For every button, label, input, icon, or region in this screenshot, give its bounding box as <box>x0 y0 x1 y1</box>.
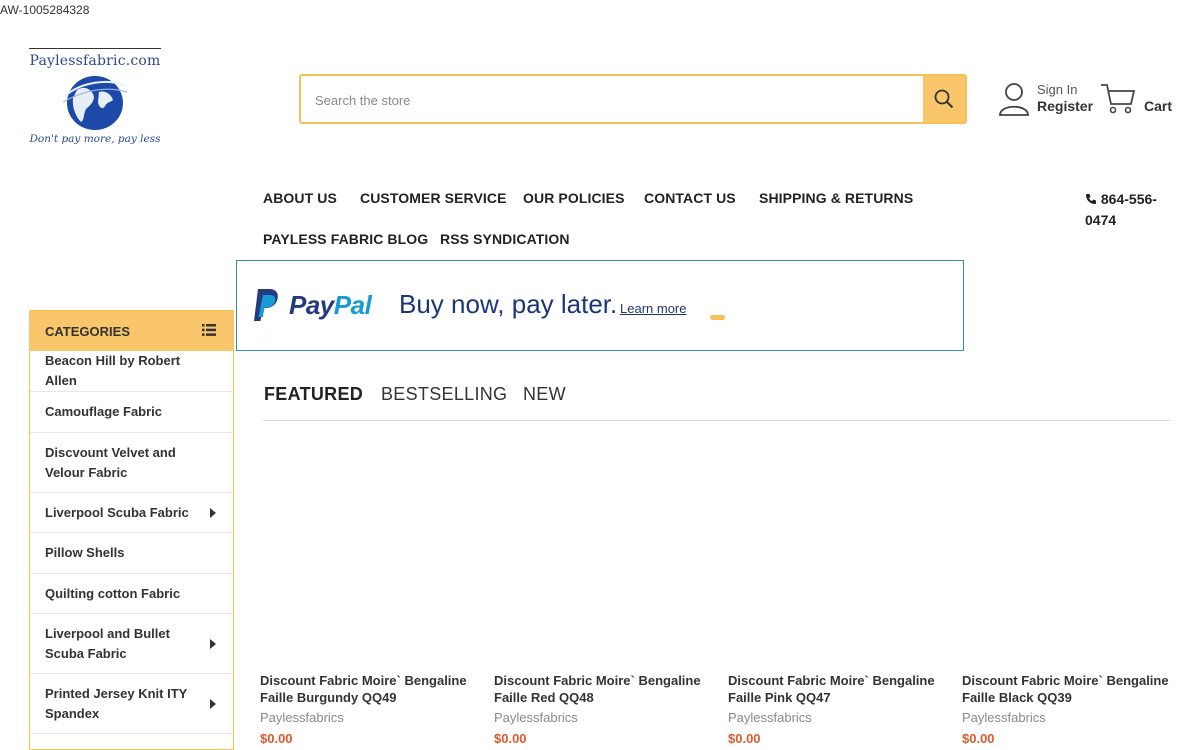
paypal-message: Buy now, pay later. <box>399 289 618 319</box>
tab-featured[interactable]: FEATURED <box>264 384 363 405</box>
product-card[interactable]: Discount Fabric Moire` Bengaline Faille … <box>260 672 470 746</box>
phone-icon <box>1086 194 1096 204</box>
phone-link[interactable]: 864-556-0474 <box>1085 189 1175 231</box>
banner-indicator <box>710 315 725 320</box>
sign-in-link[interactable]: Sign In <box>1037 82 1077 97</box>
product-card[interactable]: Discount Fabric Moire` Bengaline Faille … <box>494 672 704 746</box>
search-input[interactable] <box>313 76 917 124</box>
register-link[interactable]: Register <box>1037 98 1093 114</box>
product-card[interactable]: Discount Fabric Moire` Bengaline Faille … <box>728 672 938 746</box>
product-price: $0.00 <box>260 731 293 746</box>
category-item[interactable]: Camouflage Fabric <box>30 392 233 433</box>
paypal-learn-more-link[interactable]: Learn more <box>620 301 686 316</box>
nav-our-policies[interactable]: OUR POLICIES <box>523 190 625 206</box>
tab-new[interactable]: NEW <box>523 384 566 405</box>
nav-blog[interactable]: PAYLESS FABRIC BLOG <box>263 231 428 247</box>
cart-label: Cart <box>1144 98 1173 114</box>
logo-rule <box>29 48 161 49</box>
search-bar <box>299 74 967 124</box>
nav-shipping-returns[interactable]: SHIPPING & RETURNS <box>759 190 913 206</box>
product-price: $0.00 <box>728 731 761 746</box>
category-item[interactable]: Quilting cotton Fabric <box>30 574 233 614</box>
expand-arrow-icon[interactable] <box>210 507 216 518</box>
search-icon <box>934 89 954 109</box>
globe-icon <box>63 76 127 130</box>
paypal-word-pal: Pal <box>333 290 372 320</box>
tab-bestselling[interactable]: BESTSELLING <box>381 384 507 405</box>
category-item[interactable]: Beacon Hill by Robert Allen <box>30 351 233 392</box>
paypal-logo-icon <box>254 289 278 321</box>
product-price: $0.00 <box>494 731 527 746</box>
account-link[interactable]: Sign In Register <box>998 80 1098 120</box>
paypal-wordmark: PayPal <box>289 290 372 321</box>
category-label: Quilting cotton Fabric <box>45 585 181 601</box>
product-brand: Paylessfabrics <box>962 710 1046 725</box>
product-name[interactable]: Discount Fabric Moire` Bengaline Faille … <box>494 672 704 706</box>
category-item[interactable]: Liverpool and Bullet Scuba Fabric <box>30 614 233 674</box>
product-brand: Paylessfabrics <box>728 710 812 725</box>
expand-arrow-icon[interactable] <box>210 638 216 649</box>
cart-link[interactable]: Cart <box>1100 82 1180 122</box>
product-brand: Paylessfabrics <box>260 710 344 725</box>
categories-header[interactable]: CATEGORIES <box>29 310 234 351</box>
paypal-banner[interactable]: PayPal Buy now, pay later. Learn more <box>236 260 964 351</box>
product-card[interactable]: Discount Fabric Moire` Bengaline Faille … <box>962 672 1172 746</box>
search-button[interactable] <box>923 76 965 122</box>
cart-icon <box>1101 84 1136 114</box>
nav-about-us[interactable]: ABOUT US <box>263 190 337 206</box>
nav-customer-service[interactable]: CUSTOMER SERVICE <box>360 190 507 206</box>
logo-tagline: Don't pay more, pay less <box>29 133 161 145</box>
category-item[interactable]: Liverpool Scuba Fabric <box>30 493 233 533</box>
category-label: Beacon Hill by Robert Allen <box>45 353 181 388</box>
product-name[interactable]: Discount Fabric Moire` Bengaline Faille … <box>962 672 1172 706</box>
category-item[interactable]: Discvount Velvet and Velour Fabric <box>30 433 233 493</box>
product-price: $0.00 <box>962 731 995 746</box>
expand-arrow-icon[interactable] <box>210 698 216 709</box>
paypal-word-pay: Pay <box>289 290 334 320</box>
list-icon <box>202 324 216 336</box>
nav-rss[interactable]: RSS SYNDICATION <box>440 231 570 247</box>
category-item[interactable]: Pillow Shells <box>30 533 233 574</box>
category-label: Printed Jersey Knit ITY Spandex <box>45 685 188 721</box>
product-brand: Paylessfabrics <box>494 710 578 725</box>
category-label: Liverpool Scuba Fabric <box>45 504 189 520</box>
product-name[interactable]: Discount Fabric Moire` Bengaline Faille … <box>728 672 938 706</box>
category-label: Camouflage Fabric <box>45 404 163 419</box>
categories-title: CATEGORIES <box>45 324 130 339</box>
logo-brand: Paylessfabric.com <box>29 53 161 69</box>
category-label: Discvount Velvet and Velour Fabric <box>45 444 176 480</box>
user-icon <box>999 83 1029 116</box>
page-id: AW-1005284328 <box>0 3 90 17</box>
tab-divider <box>263 420 1171 421</box>
category-label: Pillow Shells <box>45 545 125 560</box>
category-item[interactable]: Printed Jersey Knit ITY Spandex <box>30 674 233 734</box>
category-label: Liverpool and Bullet Scuba Fabric <box>45 625 170 661</box>
nav-contact-us[interactable]: CONTACT US <box>644 190 736 206</box>
site-logo[interactable]: Paylessfabric.com Don't pay more, pay le… <box>29 48 162 150</box>
product-name[interactable]: Discount Fabric Moire` Bengaline Faille … <box>260 672 470 706</box>
